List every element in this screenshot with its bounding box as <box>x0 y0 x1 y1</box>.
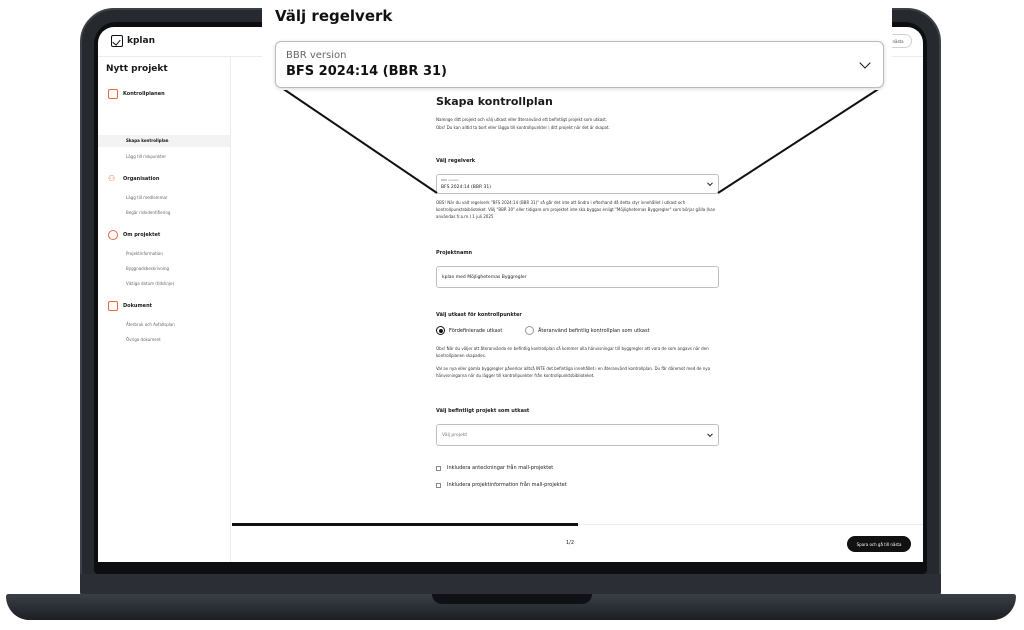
callout-field-value: BFS 2024:14 (BBR 31) <box>286 64 448 79</box>
callout-connector-lines <box>281 87 881 194</box>
callout-bbr-select[interactable]: BBR version BFS 2024:14 (BBR 31) <box>275 41 884 88</box>
callout-field-label: BBR version <box>286 50 347 61</box>
chevron-down-icon <box>859 57 871 69</box>
callout-line-left <box>281 87 438 194</box>
callout-line-right <box>717 87 881 194</box>
callout-title: Välj regelverk <box>275 7 393 25</box>
laptop-mockup: kplan nästa Nytt projekt Kontrollplanen … <box>0 0 1024 630</box>
